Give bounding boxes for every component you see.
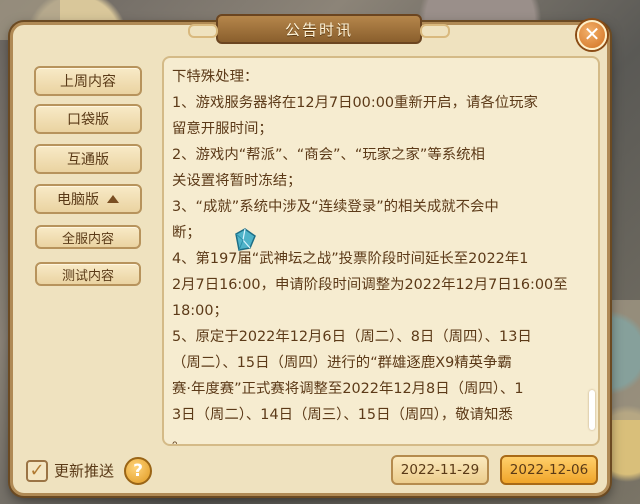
close-icon: ✕ xyxy=(583,22,601,46)
announcement-line: 留意开服时间； xyxy=(172,121,273,137)
announcement-content[interactable]: 下特殊处理： 1、游戏服务器将在12月7日00:00重新开启，请各位玩家 留意开服时… xyxy=(162,56,600,446)
sidebar-item-last-week[interactable]: 上周内容 xyxy=(34,66,142,96)
chevron-up-icon xyxy=(107,195,119,203)
gem-icon xyxy=(235,228,256,251)
sidebar-item-label: 上周内容 xyxy=(60,74,116,90)
announcement-line: 18:00； xyxy=(172,303,228,319)
announcement-text: 下特殊处理： 1、游戏服务器将在12月7日00:00重新开启，请各位玩家 留意开服时… xyxy=(172,64,584,446)
announcement-line: 2、游戏内“帮派”、“商会”、“玩家之家”等系统相 xyxy=(172,147,485,163)
sidebar-item-label: 全服内容 xyxy=(61,231,114,247)
announcement-line: 3日（周二）、14日（周三）、15日（周四），敬请知悉 xyxy=(172,407,513,423)
announcement-line: 1、游戏服务器将在12月7日00:00重新开启，请各位玩家 xyxy=(172,95,538,111)
date-tab-2022-12-06[interactable]: 2022-12-06 xyxy=(500,455,598,485)
sidebar-item-label: 口袋版 xyxy=(67,112,109,128)
push-updates-checkbox[interactable]: ✓ xyxy=(26,460,48,482)
help-icon: ? xyxy=(133,461,143,481)
announcement-line: 赛·年度赛”正式赛将调整至2022年12月8日（周四）、1 xyxy=(172,381,524,397)
announcement-line: 。 xyxy=(172,433,187,446)
dialog-title: 公告时讯 xyxy=(284,20,353,39)
date-tab-label: 2022-12-06 xyxy=(509,462,589,478)
announcement-line: 关设置将暂时冻结； xyxy=(172,173,302,189)
sidebar-item-crossplay[interactable]: 互通版 xyxy=(34,144,142,174)
scrollbar-thumb[interactable] xyxy=(589,390,595,430)
sidebar-item-label: 互通版 xyxy=(67,152,109,168)
announcement-line: 下特殊处理： xyxy=(172,69,259,85)
background-tile xyxy=(610,300,640,420)
sidebar-item-test[interactable]: 测试内容 xyxy=(35,262,141,286)
sidebar-item-all-servers[interactable]: 全服内容 xyxy=(35,225,141,249)
dialog-title-bar: 公告时讯 xyxy=(188,14,450,44)
sidebar-item-label: 电脑版 xyxy=(57,192,99,208)
announcement-line: 5、原定于2022年12月6日（周二）、8日（周四）、13日 xyxy=(172,329,532,345)
push-updates-label: 更新推送 xyxy=(54,462,115,480)
sidebar-item-pocket[interactable]: 口袋版 xyxy=(34,104,142,134)
announcement-line: 3、“成就”系统中涉及“连续登录”的相关成就不会中 xyxy=(172,199,499,215)
date-tab-2022-11-29[interactable]: 2022-11-29 xyxy=(391,455,489,485)
sidebar-item-label: 测试内容 xyxy=(61,268,114,284)
date-tab-label: 2022-11-29 xyxy=(400,462,480,478)
close-button[interactable]: ✕ xyxy=(577,20,607,50)
check-icon: ✓ xyxy=(29,460,45,481)
help-button[interactable]: ? xyxy=(124,457,152,485)
sidebar-item-pc[interactable]: 电脑版 xyxy=(34,184,142,214)
announcement-line: （周二）、15日（周四）进行的“群雄逐鹿X9精英争霸 xyxy=(172,355,512,371)
announcement-line: 2月7日16:00，申请阶段时间调整为2022年12月7日16:00至 xyxy=(172,277,568,293)
